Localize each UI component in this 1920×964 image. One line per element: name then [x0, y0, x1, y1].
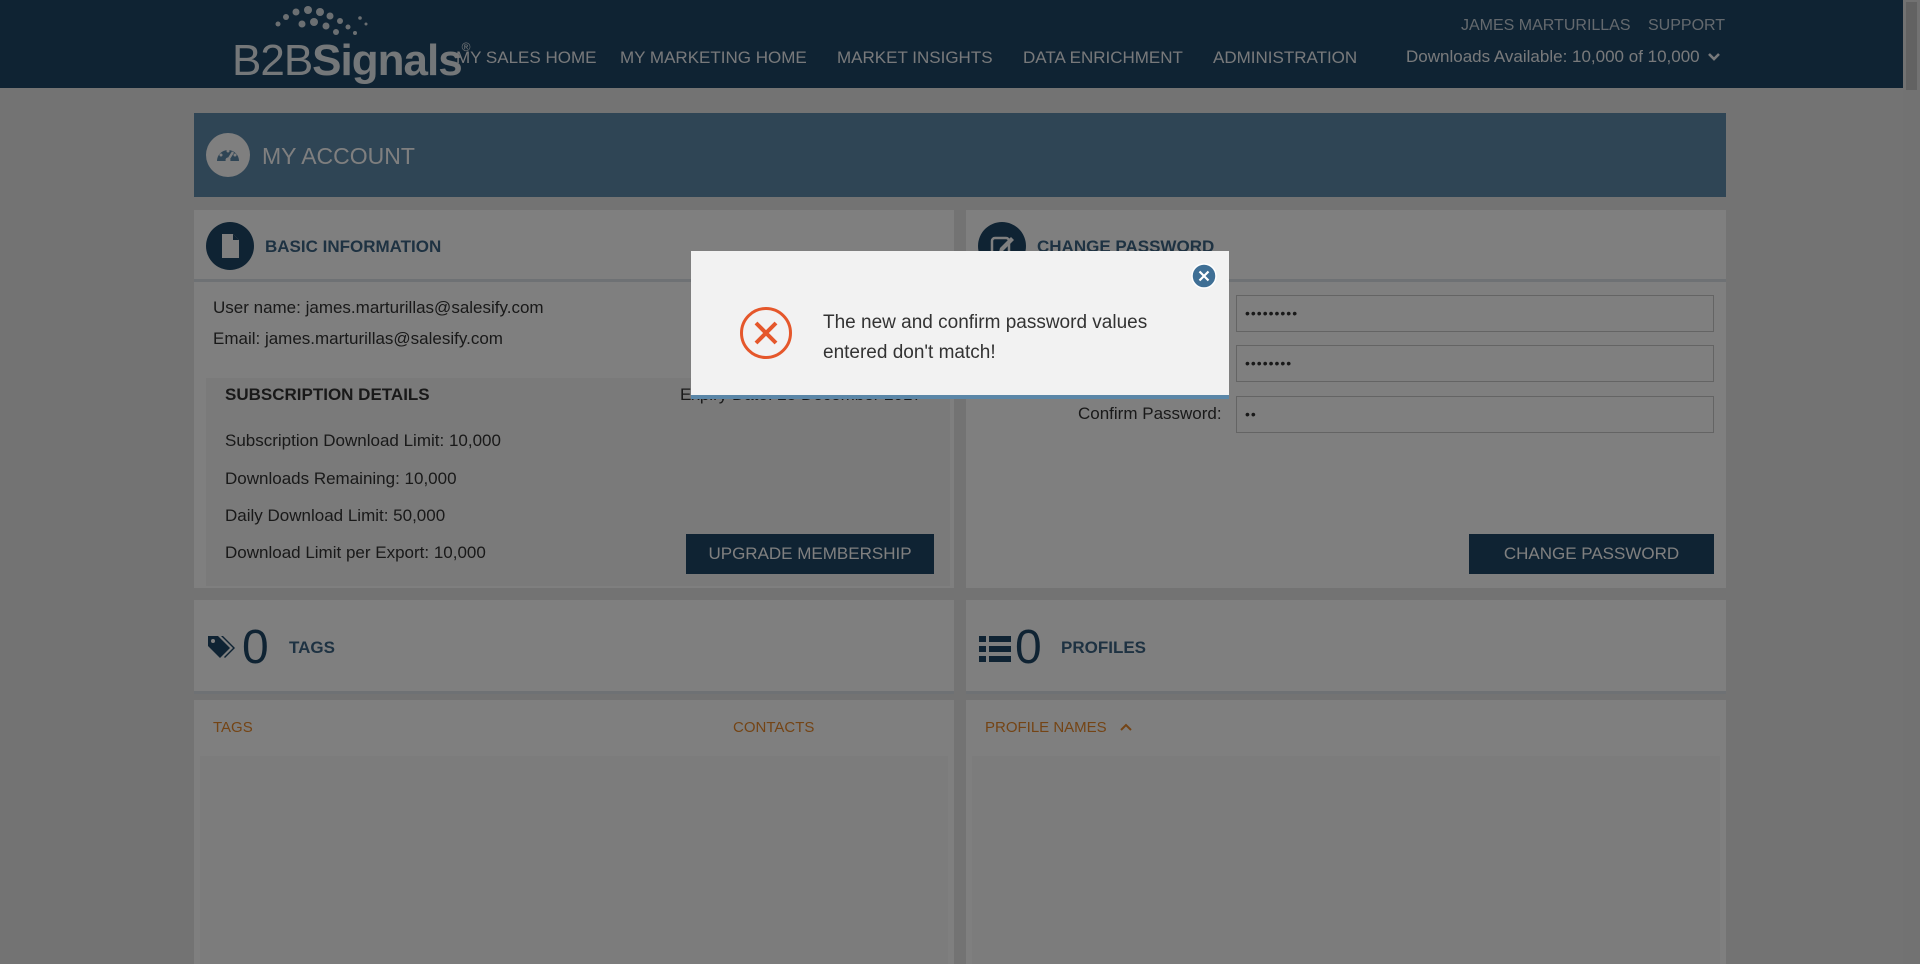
error-message: The new and confirm password values ente…	[823, 312, 1148, 363]
error-dialog: The new and confirm password values ente…	[691, 251, 1229, 399]
close-circle-icon[interactable]	[1191, 263, 1217, 289]
modal-backdrop[interactable]	[0, 0, 1920, 964]
error-x-circle-icon	[740, 307, 792, 359]
